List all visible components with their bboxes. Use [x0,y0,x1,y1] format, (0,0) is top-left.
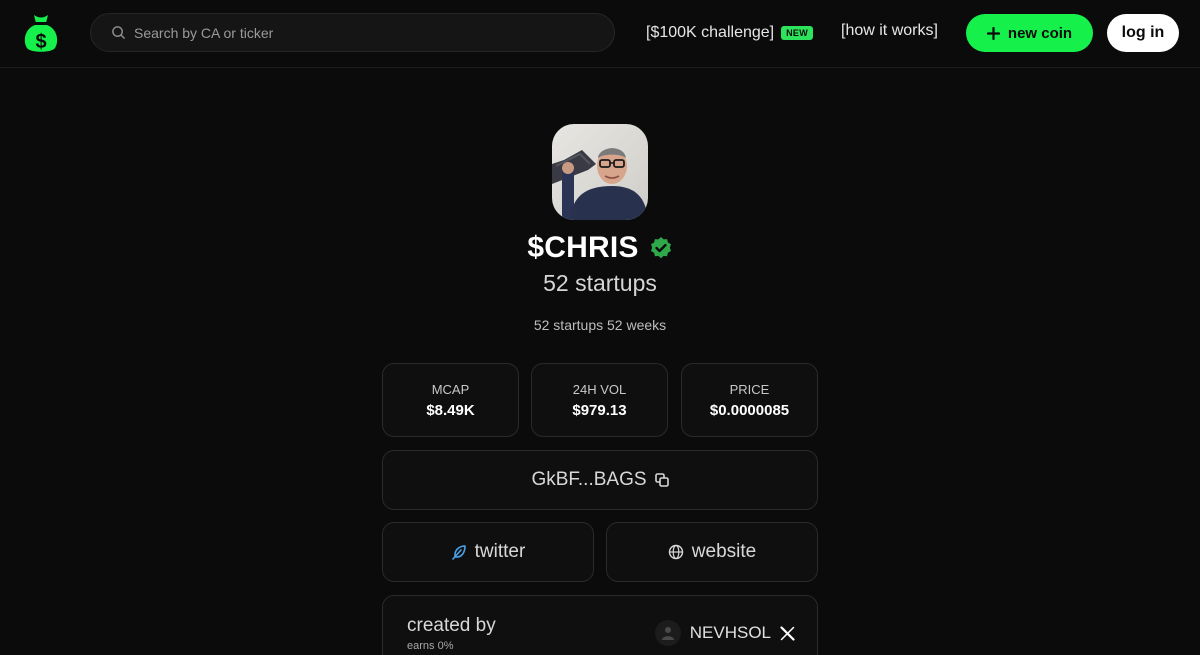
stat-label: MCAP [431,382,470,397]
website-link-button[interactable]: website [606,522,818,582]
coin-avatar [552,124,648,220]
copy-icon [654,473,669,487]
stat-label: 24H VOL [572,382,627,397]
top-navigation-bar: $ [$100K challenge] NEW [how it works] n… [0,0,1200,68]
challenge-label: [$100K challenge] [646,24,775,41]
search-bar[interactable] [90,13,615,52]
login-button[interactable]: log in [1107,14,1179,52]
twitter-link-button[interactable]: twitter [382,522,594,582]
globe-icon [668,544,683,560]
user-silhouette-icon [661,627,674,640]
contract-address-copy-button[interactable]: GkBF...BAGS [382,450,818,510]
bags-logo-icon[interactable]: $ [22,12,60,54]
how-it-works-link[interactable]: [how it works] [841,22,938,40]
creator-name: NEVHSOL [689,623,771,642]
stat-value: $0.0000085 [709,402,790,419]
plus-icon [986,26,1000,40]
creator-profile-link[interactable]: NEVHSOL [654,620,795,646]
coin-description: 52 startups 52 weeks [533,317,667,333]
created-by-label: created by [407,615,496,636]
search-input[interactable] [134,24,594,41]
challenge-link[interactable]: [$100K challenge] NEW [646,22,814,44]
stat-value: $979.13 [572,402,627,419]
x-logo-icon[interactable] [780,625,795,641]
new-coin-button[interactable]: new coin [966,14,1093,52]
search-icon [112,26,125,39]
coin-ticker: $CHRIS [527,231,639,264]
website-label: website [691,541,757,562]
stat-card-price: PRICE $0.0000085 [681,363,818,437]
svg-text:$: $ [35,31,46,53]
stat-value: $8.49K [426,402,475,419]
coin-name: 52 startups [543,270,657,296]
feather-icon [451,545,466,560]
creator-card: created by earns 0% NEVHSOL [382,595,818,655]
new-badge: NEW [781,26,814,40]
verified-badge-icon [650,237,671,259]
coin-title-row: $CHRIS [0,230,1200,266]
creator-avatar [654,620,681,646]
new-coin-label: new coin [1007,24,1073,42]
contract-address: GkBF...BAGS [531,469,647,490]
stat-card-mcap: MCAP $8.49K [382,363,519,437]
twitter-label: twitter [474,541,526,562]
creator-earns: earns 0% [407,640,454,652]
stat-label: PRICE [729,382,770,397]
stat-card-24h-volume: 24H VOL $979.13 [531,363,668,437]
